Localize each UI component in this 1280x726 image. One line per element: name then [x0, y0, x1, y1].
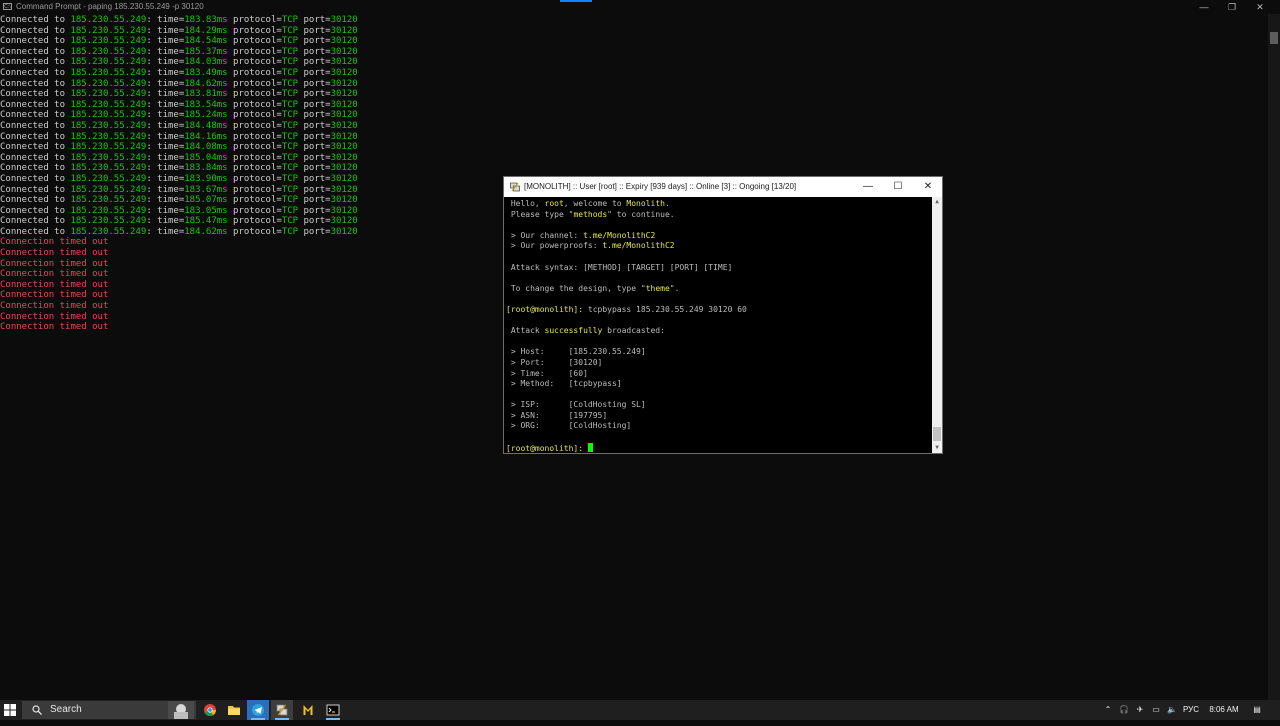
- search-icon: [32, 705, 42, 715]
- taskbar-chrome[interactable]: [199, 700, 221, 720]
- cmd-output-line: Connected to 185.230.55.249: time=184.54…: [0, 36, 358, 47]
- putty-icon: [510, 182, 520, 192]
- port-line: > Port: [30120]: [506, 357, 603, 367]
- cmd-output-line: Connected to 185.230.55.249: time=184.08…: [0, 142, 358, 153]
- taskbar-clock[interactable]: 8:06 AM: [1206, 700, 1242, 720]
- putty-maximize-button[interactable]: ☐: [883, 177, 913, 197]
- scroll-up-arrow-icon[interactable]: ▲: [932, 197, 942, 207]
- search-highlight-image: [168, 701, 194, 719]
- channel-line: > Our channel: t.me/MonolithC2: [506, 230, 656, 240]
- taskbar-search-box[interactable]: Search: [22, 701, 196, 719]
- taskbar-file-explorer[interactable]: [223, 700, 245, 720]
- cmd-output-line: Connected to 185.230.55.249: time=183.81…: [0, 89, 358, 100]
- terminal-cursor: [587, 442, 593, 452]
- cmd-timeout-line: Connection timed out: [0, 237, 109, 248]
- language-indicator[interactable]: РУС: [1181, 700, 1201, 720]
- cmd-app-icon: C:\: [3, 3, 12, 10]
- tray-headphones-icon[interactable]: 🎧: [1117, 700, 1131, 720]
- cmd-timeout-line: Connection timed out: [0, 290, 109, 301]
- asn-line: > ASN: [197795]: [506, 410, 608, 420]
- cmd-close-button[interactable]: ✕: [1244, 0, 1276, 14]
- putty-title-bar[interactable]: [MONOLITH] :: User [root] :: Expiry [939…: [504, 177, 942, 197]
- chrome-icon: [204, 704, 216, 717]
- cmd-output-line: Connected to 185.230.55.249: time=185.07…: [0, 195, 358, 206]
- cmd-output-line: Connected to 185.230.55.249: time=183.05…: [0, 205, 358, 216]
- cmd-timeout-line: Connection timed out: [0, 248, 109, 259]
- cmd-output-line: Connected to 185.230.55.249: time=184.03…: [0, 57, 358, 68]
- putty-scroll-thumb[interactable]: [933, 427, 941, 441]
- powerproofs-line: > Our powerproofs: t.me/MonolithC2: [506, 241, 675, 251]
- cmd-output-line: Connected to 185.230.55.249: time=183.67…: [0, 184, 358, 195]
- cmd-timeout-line: Connection timed out: [0, 301, 109, 312]
- cmd-scrollbar[interactable]: [1268, 14, 1280, 700]
- cmd-output-line: Connected to 185.230.55.249: time=185.04…: [0, 152, 358, 163]
- cmd-output-line: Connected to 185.230.55.249: time=185.37…: [0, 46, 358, 57]
- focus-accent-bar: [560, 0, 592, 2]
- tray-volume-icon[interactable]: 🔈: [1165, 700, 1179, 720]
- cmd-output-line: Connected to 185.230.55.249: time=184.62…: [0, 78, 358, 89]
- cmd-timeout-line: Connection timed out: [0, 258, 109, 269]
- scroll-down-arrow-icon[interactable]: ▼: [932, 443, 942, 453]
- cmd-output-line: Connected to 185.230.55.249: time=183.54…: [0, 99, 358, 110]
- cmd-output-line: Connected to 185.230.55.249: time=185.24…: [0, 110, 358, 121]
- cmd-scroll-thumb[interactable]: [1270, 32, 1278, 44]
- isp-line: > ISP: [ColdHosting SL]: [506, 400, 646, 410]
- putty-window[interactable]: [MONOLITH] :: User [root] :: Expiry [939…: [503, 176, 943, 454]
- putty-scrollbar[interactable]: ▲ ▼: [932, 197, 942, 453]
- putty-close-button[interactable]: ✕: [913, 177, 943, 197]
- time-line: > Time: [60]: [506, 368, 588, 378]
- org-line: > ORG: [ColdHosting]: [506, 421, 632, 431]
- cmd-output-line: Connected to 185.230.55.249: time=185.47…: [0, 216, 358, 227]
- tray-chevron-up-icon[interactable]: ⌃: [1102, 700, 1114, 720]
- hello-line: Hello, root, welcome to Monolith.: [506, 199, 670, 208]
- cmd-output-line: Connected to 185.230.55.249: time=183.49…: [0, 67, 358, 78]
- putty-window-title: [MONOLITH] :: User [root] :: Expiry [939…: [524, 182, 797, 191]
- taskbar-cmd[interactable]: [322, 700, 344, 720]
- attack-syntax-line: Attack syntax: [METHOD] [TARGET] [PORT] …: [506, 262, 733, 272]
- search-label: Search: [50, 704, 82, 715]
- attack-status-line: Attack successfully broadcasted:: [506, 326, 665, 336]
- notification-icon[interactable]: ▤: [1250, 700, 1264, 720]
- cmd-output-line: Connected to 185.230.55.249: time=184.29…: [0, 25, 358, 36]
- putty-minimize-button[interactable]: —: [853, 177, 883, 197]
- theme-hint-line: To change the design, type "theme".: [506, 283, 680, 293]
- cmd-output: Connected to 185.230.55.249: time=183.83…: [0, 15, 358, 333]
- cmd-timeout-line: Connection timed out: [0, 269, 109, 280]
- method-line: > Method: [tcpbypass]: [506, 379, 622, 389]
- host-line: > Host: [185.230.55.249]: [506, 347, 646, 357]
- cmd-title-bar[interactable]: C:\ Command Prompt - paping 185.230.55.2…: [0, 0, 1280, 14]
- putty-icon: [276, 704, 288, 716]
- taskbar-monolith[interactable]: [297, 700, 319, 720]
- putty-terminal[interactable]: Hello, root, welcome to Monolith. Please…: [506, 199, 926, 453]
- folder-icon: [228, 706, 240, 715]
- monolith-icon: [303, 705, 313, 715]
- cmd-output-line: Connected to 185.230.55.249: time=184.48…: [0, 120, 358, 131]
- cmd-timeout-line: Connection timed out: [0, 311, 109, 322]
- cmd-timeout-line: Connection timed out: [0, 279, 109, 290]
- methods-hint-line: Please type "methods" to continue.: [506, 209, 675, 219]
- cmd-output-line: Connected to 185.230.55.249: time=183.83…: [0, 15, 358, 25]
- taskbar: Search ⌃ 🎧 ✈ ▭ 🔈 РУС 8:06 AM ▤: [0, 700, 1280, 720]
- cmd-timeout-line: Connection timed out: [0, 322, 109, 333]
- cmd-output-line: Connected to 185.230.55.249: time=183.90…: [0, 173, 358, 184]
- cmd-output-line: Connected to 185.230.55.249: time=184.62…: [0, 226, 358, 237]
- command-line: [root@monolith]: tcpbypass 185.230.55.24…: [506, 304, 747, 314]
- windows-start-icon[interactable]: [4, 704, 16, 716]
- input-prompt-line[interactable]: [root@monolith]:: [506, 442, 593, 453]
- taskbar-telegram[interactable]: [247, 700, 269, 720]
- tray-network-icon[interactable]: ▭: [1149, 700, 1163, 720]
- telegram-icon: [252, 704, 264, 716]
- cmd-icon: [326, 704, 340, 716]
- taskbar-putty[interactable]: [271, 700, 293, 720]
- cmd-window-title: Command Prompt - paping 185.230.55.249 -…: [16, 2, 204, 11]
- tray-telegram-icon[interactable]: ✈: [1133, 700, 1147, 720]
- cmd-output-line: Connected to 185.230.55.249: time=184.16…: [0, 131, 358, 142]
- cmd-output-line: Connected to 185.230.55.249: time=183.84…: [0, 163, 358, 174]
